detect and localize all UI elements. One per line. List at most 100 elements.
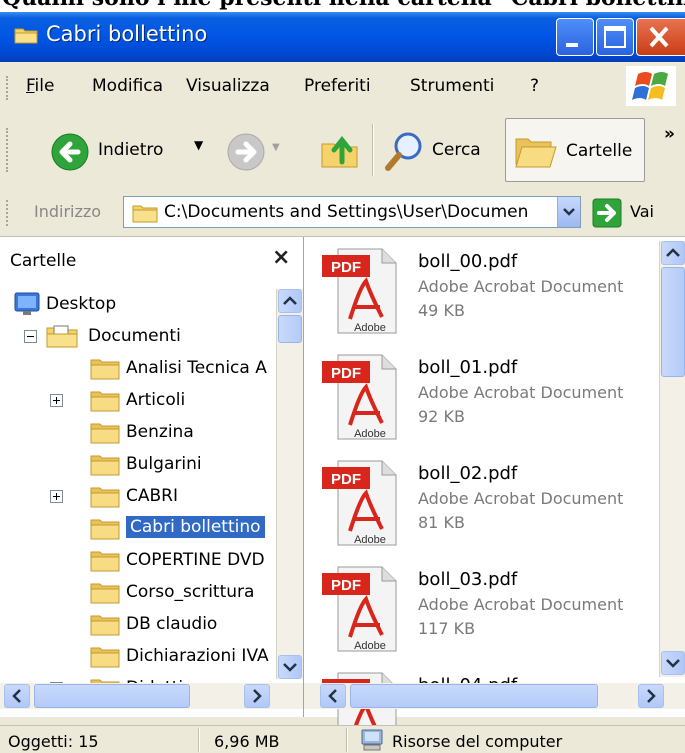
tree-item-folder[interactable]: COPERTINE DVD: [50, 545, 276, 577]
file-name: boll_02.pdf: [418, 463, 518, 484]
collapse-toggle[interactable]: [24, 330, 37, 343]
forward-arrow-icon[interactable]: [226, 132, 266, 172]
file-type: Adobe Acrobat Document: [418, 595, 624, 614]
scroll-thumb[interactable]: [350, 684, 598, 708]
tree-item-desktop[interactable]: Desktop: [14, 289, 274, 321]
back-dropdown-arrow[interactable]: ▼: [194, 138, 203, 152]
go-button-label[interactable]: Vai: [630, 202, 654, 221]
folders-pane-title: Cartelle: [10, 251, 77, 271]
expand-toggle[interactable]: [50, 394, 63, 407]
scroll-thumb[interactable]: [661, 267, 685, 377]
address-grip[interactable]: [6, 200, 11, 226]
tree-item-label: Benzina: [126, 422, 194, 442]
tree-item-label: Cabri bollettino: [126, 516, 265, 538]
scroll-left-button[interactable]: [320, 684, 346, 708]
expand-toggle[interactable]: [50, 490, 63, 503]
menu-grip[interactable]: [6, 76, 11, 100]
tree-item-folder[interactable]: Dichiarazioni IVA: [50, 641, 276, 673]
chevron-right-icon: [647, 689, 656, 703]
chevron-down-icon: [283, 663, 297, 672]
folders-vertical-scrollbar[interactable]: [276, 289, 303, 679]
title-bar[interactable]: Cabri bollettino: [0, 12, 685, 62]
svg-text:PDF: PDF: [331, 471, 361, 488]
menu-modifica[interactable]: Modifica: [92, 76, 163, 96]
menu-bar: File Modifica Visualizza Preferiti Strum…: [0, 62, 685, 111]
go-arrow-icon[interactable]: [592, 198, 622, 228]
files-horizontal-scrollbar[interactable]: [304, 683, 685, 709]
chevron-right-icon: [253, 689, 262, 703]
explorer-window: Cabri bollettino File Modifica Visualizz…: [0, 12, 685, 753]
file-item[interactable]: PDF Adobe boll_03.pdf Adobe Acrobat Documen…: [320, 565, 660, 665]
close-button[interactable]: [636, 18, 685, 56]
tree-item-folder[interactable]: Articoli: [50, 385, 276, 417]
pdf-file-icon: PDF Adobe: [322, 248, 397, 334]
folders-button[interactable]: Cartelle: [505, 118, 645, 182]
folder-icon: [90, 583, 120, 604]
search-icon[interactable]: [384, 130, 426, 172]
file-name: boll_03.pdf: [418, 569, 518, 590]
tree-item-folder[interactable]: Benzina: [50, 417, 276, 449]
files-vertical-scrollbar[interactable]: [659, 241, 685, 677]
tree-item-folder[interactable]: Cabri bollettino: [50, 513, 276, 545]
menu-visualizza[interactable]: Visualizza: [186, 76, 270, 96]
chevron-left-icon: [12, 689, 21, 703]
scroll-thumb[interactable]: [278, 315, 302, 343]
desktop-icon: [14, 292, 40, 315]
menu-help[interactable]: ?: [530, 76, 539, 96]
tree-item-folder[interactable]: CABRI: [50, 481, 276, 513]
folder-up-icon[interactable]: [320, 132, 360, 172]
menu-preferiti[interactable]: Preferiti: [304, 76, 371, 96]
pdf-file-icon: PDF Adobe: [322, 460, 397, 546]
chevron-up-icon: [666, 248, 680, 257]
standard-toolbar: Indietro ▼ ▼ Cerca Cartelle »: [0, 110, 685, 191]
file-item[interactable]: PDF Adobe boll_00.pdf Adobe Acrobat Documen…: [320, 247, 660, 347]
status-separator: [346, 728, 348, 752]
folders-pane-header: Cartelle ×: [0, 237, 303, 283]
menu-file[interactable]: File: [26, 76, 54, 96]
scroll-up-button[interactable]: [661, 241, 685, 265]
folders-horizontal-scrollbar[interactable]: [0, 683, 303, 709]
file-size: 92 KB: [418, 407, 465, 426]
scroll-down-button[interactable]: [278, 655, 302, 679]
back-button-label[interactable]: Indietro: [98, 140, 163, 160]
folders-pane-close-button[interactable]: ×: [272, 245, 290, 270]
folder-icon: [90, 455, 120, 476]
folders-icon: [515, 138, 557, 168]
close-icon: [649, 26, 669, 48]
address-dropdown-button[interactable]: [557, 197, 580, 227]
tree-item-label: Articoli: [126, 390, 186, 410]
svg-text:PDF: PDF: [331, 365, 361, 382]
address-input[interactable]: C:\Documents and Settings\User\Documen: [123, 196, 581, 228]
scroll-thumb[interactable]: [34, 684, 190, 708]
search-button-label[interactable]: Cerca: [432, 140, 481, 160]
scroll-right-button[interactable]: [638, 684, 664, 708]
pdf-file-icon: PDF Adobe: [322, 354, 397, 440]
maximize-button[interactable]: [596, 18, 634, 56]
tree-item-folder[interactable]: Bulgarini: [50, 449, 276, 481]
menu-strumenti[interactable]: Strumenti: [410, 76, 494, 96]
scroll-right-button[interactable]: [244, 684, 270, 708]
menu-file-rest: ile: [34, 76, 55, 96]
scroll-left-button[interactable]: [4, 684, 30, 708]
tree-item-documenti[interactable]: Documenti: [24, 321, 284, 353]
tree-item-folder[interactable]: DB claudio: [50, 609, 276, 641]
scroll-up-button[interactable]: [278, 289, 302, 313]
folder-icon: [90, 519, 120, 540]
scroll-down-button[interactable]: [661, 651, 685, 675]
minimize-icon: [566, 43, 578, 47]
file-item[interactable]: PDF Adobe boll_02.pdf Adobe Acrobat Documen…: [320, 459, 660, 559]
file-item[interactable]: PDF Adobe boll_01.pdf Adobe Acrobat Documen…: [320, 353, 660, 453]
toolbar-grip[interactable]: [6, 128, 11, 172]
tree-item-folder[interactable]: Analisi Tecnica A: [50, 353, 276, 385]
folders-button-label: Cartelle: [566, 141, 633, 161]
file-size: 49 KB: [418, 301, 465, 320]
tree-item-label: Analisi Tecnica A: [126, 358, 267, 378]
toolbar-overflow-chevron[interactable]: »: [664, 124, 675, 144]
tree-item-folder[interactable]: Corso_scrittura: [50, 577, 276, 609]
forward-dropdown-arrow[interactable]: ▼: [272, 142, 280, 153]
back-arrow-icon[interactable]: [50, 132, 90, 172]
windows-logo-icon: [626, 66, 676, 106]
tree-item-label: CABRI: [126, 486, 178, 506]
minimize-button[interactable]: [556, 18, 594, 56]
file-list-pane: PDF Adobe boll_00.pdf Adobe Acrobat Documen…: [304, 237, 685, 753]
